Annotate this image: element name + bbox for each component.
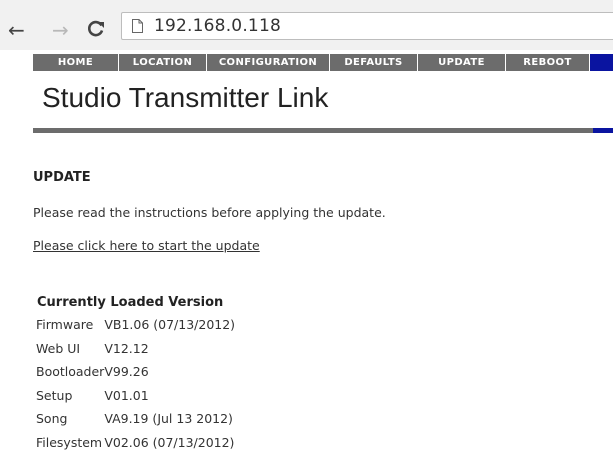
title-divider-accent <box>593 128 613 133</box>
site-nav: HOME LOCATION CONFIGURATION DEFAULTS UPD… <box>33 54 613 71</box>
page-icon <box>132 19 143 33</box>
version-value: V02.06 (07/13/2012) <box>104 431 235 454</box>
version-value: V12.12 <box>104 337 235 361</box>
start-update-link[interactable]: Please click here to start the update <box>33 238 260 253</box>
table-row: Setup V01.01 <box>36 384 235 408</box>
version-label: Setup <box>36 384 104 408</box>
nav-home[interactable]: HOME <box>33 54 119 71</box>
version-label: Song <box>36 407 104 431</box>
nav-accent-bar <box>590 54 613 71</box>
url-text: 192.168.0.118 <box>154 16 281 36</box>
version-table: Firmware VB1.06 (07/13/2012) Web UI V12.… <box>36 313 235 454</box>
browser-toolbar: ← → 192.168.0.118 <box>0 0 613 50</box>
version-label: Filesystem <box>36 431 104 454</box>
version-label: Firmware <box>36 313 104 337</box>
version-value: V01.01 <box>104 384 235 408</box>
address-bar[interactable]: 192.168.0.118 <box>121 12 613 40</box>
site-title: Studio Transmitter Link <box>42 82 328 114</box>
reload-icon[interactable] <box>87 20 105 38</box>
table-row: Bootloader V99.26 <box>36 360 235 384</box>
table-row: Firmware VB1.06 (07/13/2012) <box>36 313 235 337</box>
version-label: Bootloader <box>36 360 104 384</box>
version-label: Web UI <box>36 337 104 361</box>
forward-arrow-icon[interactable]: → <box>52 20 69 40</box>
instructions-text: Please read the instructions before appl… <box>33 205 386 220</box>
version-value: VA9.19 (Jul 13 2012) <box>104 407 235 431</box>
nav-configuration[interactable]: CONFIGURATION <box>207 54 330 71</box>
table-row: Song VA9.19 (Jul 13 2012) <box>36 407 235 431</box>
version-value: V99.26 <box>104 360 235 384</box>
version-heading: Currently Loaded Version <box>37 295 223 310</box>
version-value: VB1.06 (07/13/2012) <box>104 313 235 337</box>
nav-reboot[interactable]: REBOOT <box>506 54 590 71</box>
nav-location[interactable]: LOCATION <box>119 54 207 71</box>
section-heading: UPDATE <box>33 170 91 185</box>
nav-update[interactable]: UPDATE <box>418 54 506 71</box>
table-row: Filesystem V02.06 (07/13/2012) <box>36 431 235 454</box>
title-divider <box>33 128 593 133</box>
nav-defaults[interactable]: DEFAULTS <box>330 54 418 71</box>
back-arrow-icon[interactable]: ← <box>8 20 25 40</box>
table-row: Web UI V12.12 <box>36 337 235 361</box>
